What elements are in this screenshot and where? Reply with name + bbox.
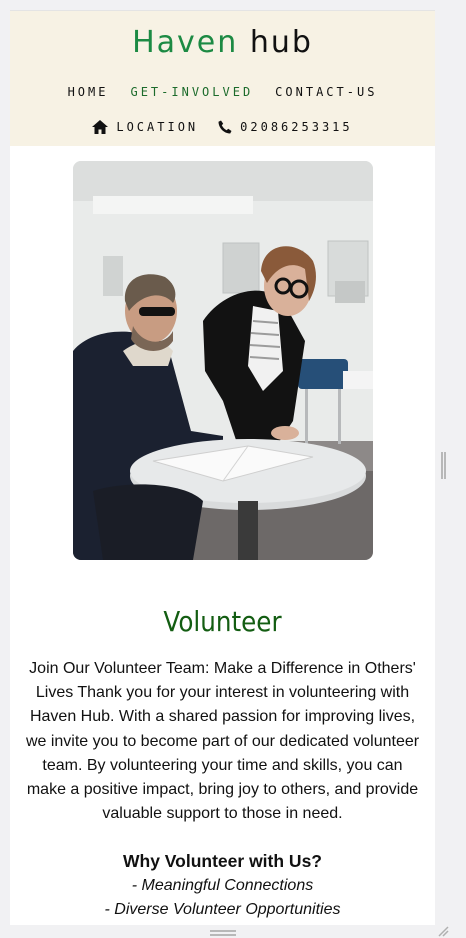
brand-part1: Haven <box>132 25 239 60</box>
page-title: Volunteer <box>163 605 282 638</box>
location-label: LOCATION <box>116 120 199 134</box>
brand-logo[interactable]: Haven hub <box>10 25 435 60</box>
intro-paragraph: Join Our Volunteer Team: Make a Differen… <box>25 660 420 823</box>
volunteer-photo <box>73 161 373 560</box>
phone-link[interactable]: 02086253315 <box>218 120 352 134</box>
nav-contact-us[interactable]: CONTACT-US <box>275 85 377 99</box>
page: Haven hub HOME GET-INVOLVED CONTACT-US L… <box>10 10 435 925</box>
vertical-resize-handle[interactable] <box>441 452 446 479</box>
volunteer-photo-illustration <box>73 161 373 560</box>
reason-item: - Diverse Volunteer Opportunities <box>104 901 341 918</box>
corner-resize-icon[interactable] <box>437 925 449 937</box>
brand-part2: hub <box>249 25 313 60</box>
phone-number: 02086253315 <box>240 120 353 134</box>
site-header: Haven hub HOME GET-INVOLVED CONTACT-US L… <box>10 11 435 146</box>
why-volunteer-heading: Why Volunteer with Us? <box>123 851 322 871</box>
nav-get-involved[interactable]: GET-INVOLVED <box>130 85 253 99</box>
main-nav: HOME GET-INVOLVED CONTACT-US <box>10 85 435 99</box>
reason-item: - Meaningful Connections <box>131 877 314 894</box>
home-icon <box>92 120 109 134</box>
contact-bar: LOCATION 02086253315 <box>10 120 435 134</box>
location-link[interactable]: LOCATION <box>92 120 198 134</box>
nav-home[interactable]: HOME <box>68 85 109 99</box>
horizontal-resize-handle[interactable] <box>210 930 236 936</box>
phone-icon <box>218 120 232 134</box>
